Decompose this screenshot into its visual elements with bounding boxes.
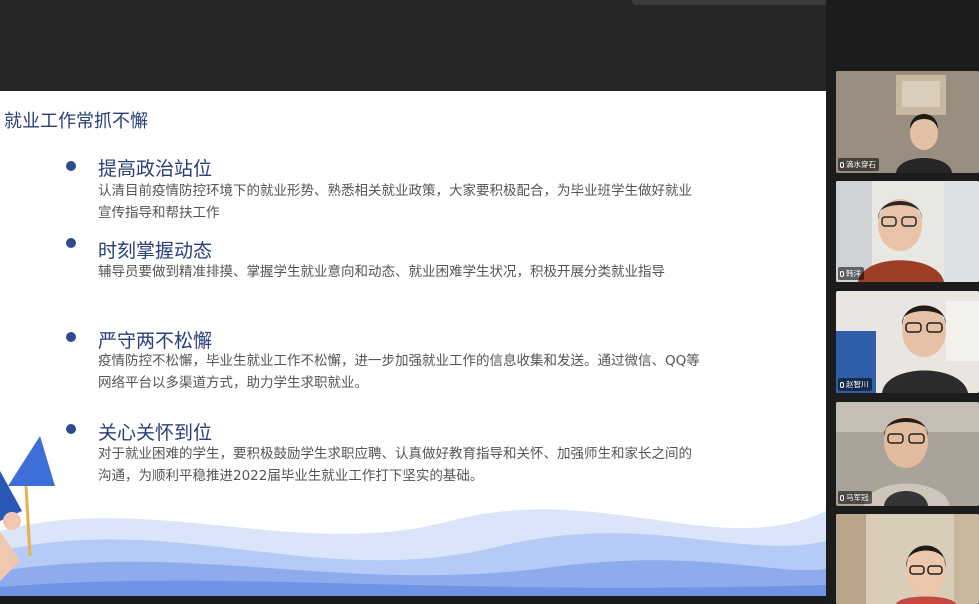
bullet-heading: 严守两不松懈: [98, 330, 213, 352]
participant-tile[interactable]: 滴水穿石: [836, 71, 979, 173]
bullet-body: 对于就业困难的学生，要积极鼓励学生求职应聘、认真做好教育指导和关怀、加强师生和家…: [98, 446, 692, 484]
bullet-dot: [66, 332, 76, 342]
participant-name: 赵智川: [846, 380, 869, 389]
mic-icon: [840, 494, 844, 501]
participant-gallery: 滴水穿石 韩洋 赵智川 马军冠: [826, 0, 979, 604]
participant-tile[interactable]: 赵智川: [836, 291, 979, 393]
participant-name: 马军冠: [846, 493, 869, 502]
bottom-bar: [0, 596, 826, 604]
participant-name: 韩洋: [846, 269, 861, 278]
bullet-heading: 时刻掌握动态: [98, 240, 213, 262]
participant-name: 滴水穿石: [846, 160, 876, 169]
participant-name-tag: 韩洋: [838, 267, 864, 280]
bullet-heading: 提高政治站位: [98, 158, 213, 180]
shared-slide: 就业工作常抓不懈 提高政治站位 认清目前疫情防控环境下的就业形势、熟悉相关就业政…: [0, 91, 826, 596]
bullet-body: 辅导员要做到精准排摸、掌握学生就业意向和动态、就业困难学生状况，积极开展分类就业…: [98, 264, 665, 280]
bullet-dot: [66, 238, 76, 248]
slide-title: 就业工作常抓不懈: [4, 111, 148, 132]
participant-name-tag: 马军冠: [838, 491, 872, 504]
participant-tile[interactable]: 韩洋: [836, 181, 979, 282]
bullet-dot: [66, 161, 76, 171]
participant-tile[interactable]: [836, 514, 979, 604]
participant-name-tag: 赵智川: [838, 378, 872, 391]
mic-icon: [840, 161, 844, 168]
mic-icon: [840, 270, 844, 277]
participant-video: [836, 514, 979, 604]
bullet-body: 疫情防控不松懈，毕业生就业工作不松懈，进一步加强就业工作的信息收集和发送。通过微…: [98, 353, 700, 391]
top-toolbar: [0, 0, 912, 91]
bullet-body: 认清目前疫情防控环境下的就业形势、熟悉相关就业政策，大家要积极配合，为毕业班学生…: [98, 183, 692, 221]
bullet-dot: [66, 424, 76, 434]
participant-name-tag: 滴水穿石: [838, 158, 879, 171]
bullet-heading: 关心关怀到位: [98, 422, 213, 444]
decoration-cap: [8, 436, 55, 486]
participant-tile[interactable]: 马军冠: [836, 402, 979, 506]
mic-icon: [840, 381, 844, 388]
